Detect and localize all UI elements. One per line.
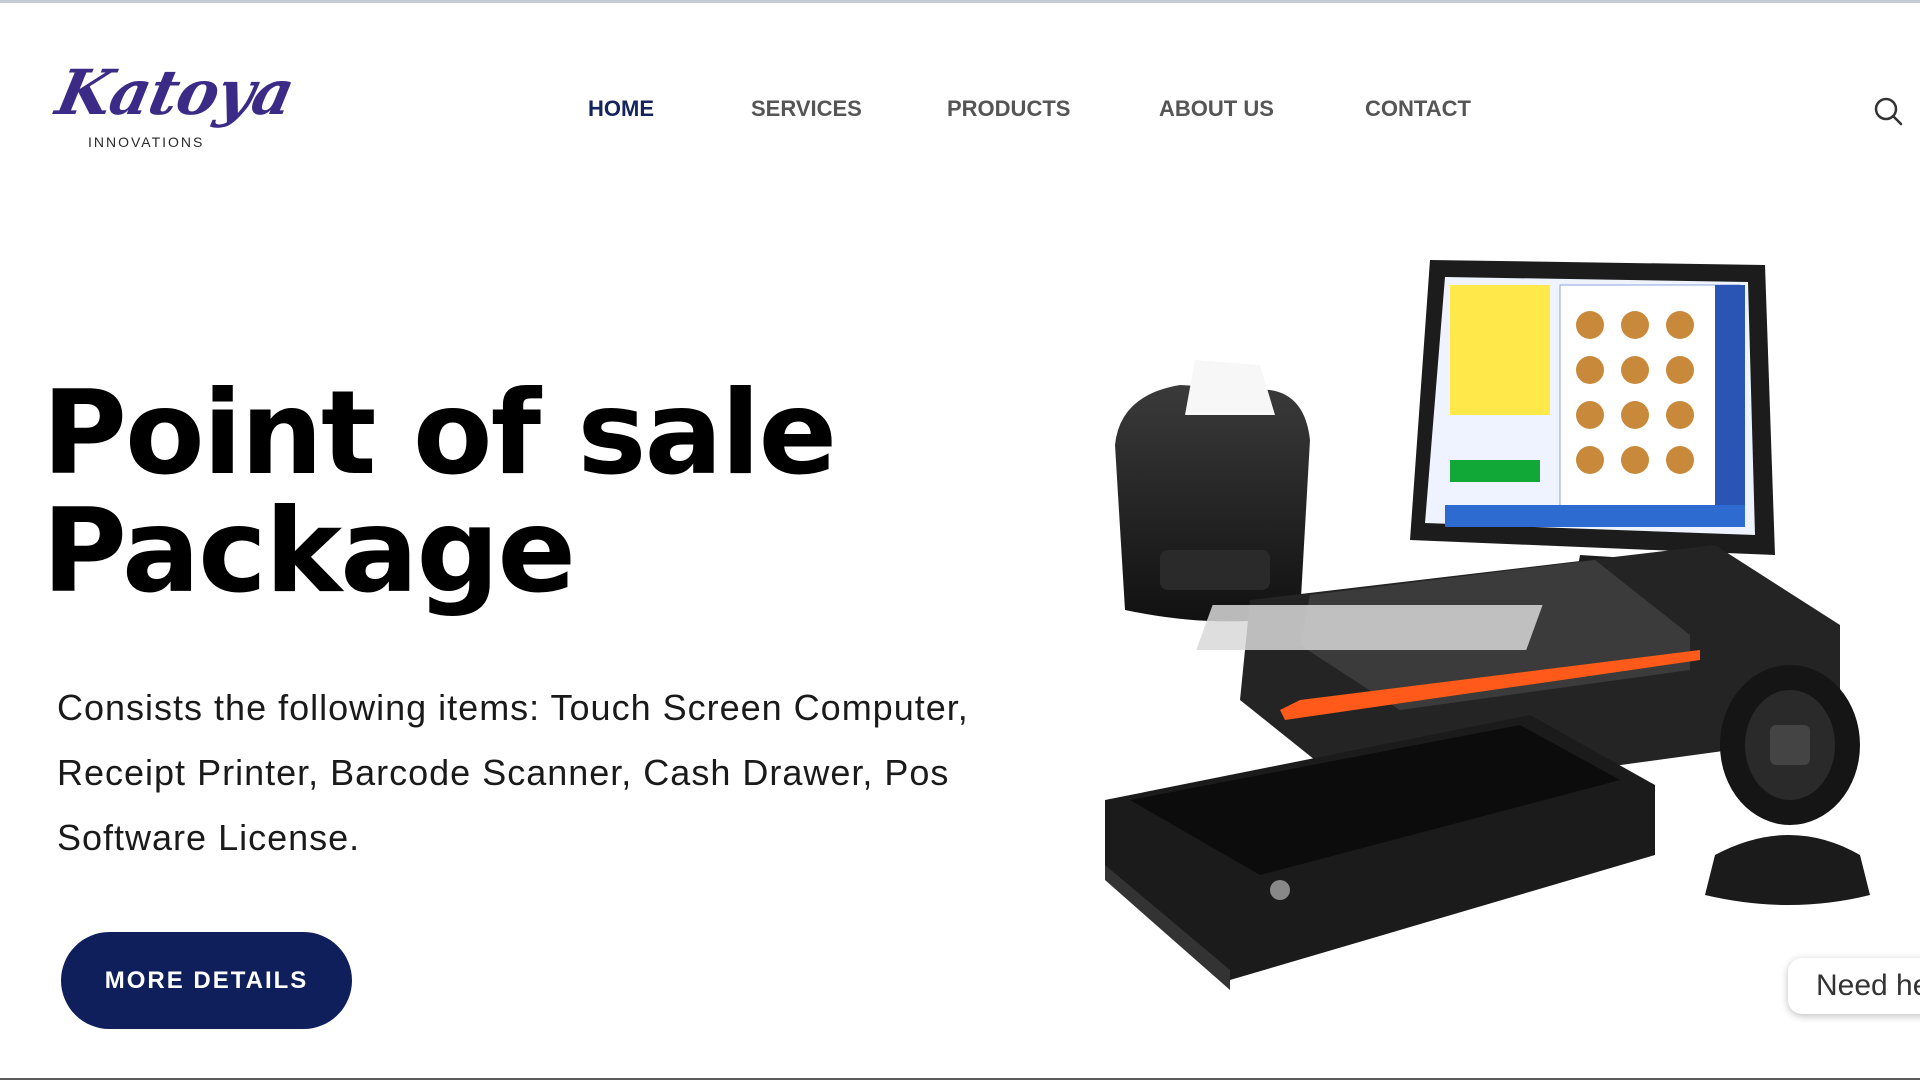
search-icon[interactable] [1872,95,1904,127]
nav-about-us[interactable]: ABOUT US [1159,96,1274,122]
hero-title-line-2: Package [42,484,576,619]
logo-tagline: INNOVATIONS [88,134,205,150]
chat-widget-bubble[interactable]: Need he [1788,958,1920,1014]
hero-description: Consists the following items: Touch Scre… [57,687,969,858]
hero-title: Point of sale Package [42,375,1042,611]
nav-contact[interactable]: CONTACT [1365,96,1471,122]
nav-products[interactable]: PRODUCTS [947,96,1070,122]
hero-title-line-1: Point of sale [42,366,837,501]
receipt-printer [1115,360,1310,622]
main-nav: HOME SERVICES PRODUCTS ABOUT US CONTACT [0,96,1920,128]
more-details-button[interactable]: MORE DETAILS [61,932,352,1029]
nav-home[interactable]: HOME [588,96,654,122]
nav-services[interactable]: SERVICES [751,96,862,122]
pos-package-image [1100,255,1920,1080]
top-border [0,0,1920,3]
